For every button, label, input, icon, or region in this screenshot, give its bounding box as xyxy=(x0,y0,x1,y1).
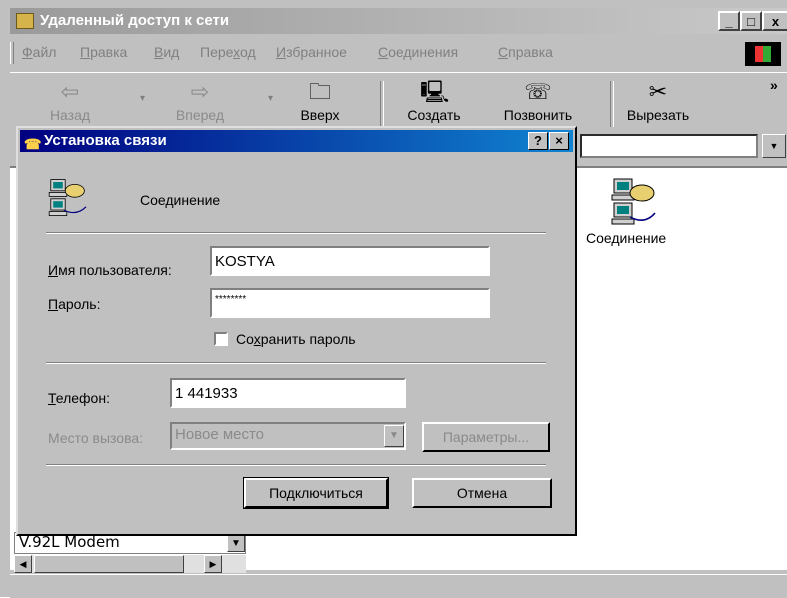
windows-logo-icon xyxy=(745,42,781,66)
cancel-button[interactable]: Отмена xyxy=(412,478,552,508)
arrow-right-icon: ⇨ xyxy=(190,79,210,104)
location-value: Новое место xyxy=(175,426,265,443)
menubar-grip xyxy=(10,42,14,64)
password-field[interactable]: ******** xyxy=(210,288,490,318)
menu-help[interactable]: Справка xyxy=(498,44,553,60)
chevron-down-icon[interactable]: ▼ xyxy=(762,134,786,158)
horizontal-scrollbar[interactable]: ◀ ▶ xyxy=(14,555,246,573)
cut-button[interactable]: ✂ Вырезать xyxy=(618,79,698,123)
forward-button[interactable]: ⇨ Вперед xyxy=(160,79,240,123)
menu-connections[interactable]: Соединения xyxy=(378,44,458,60)
phone-label: Телефон: xyxy=(48,390,110,406)
save-password-checkbox[interactable] xyxy=(214,332,228,346)
help-button[interactable]: ? xyxy=(528,132,548,150)
scroll-left-icon[interactable]: ◀ xyxy=(14,555,32,573)
menu-favorites[interactable]: Избранное xyxy=(276,44,347,60)
minimize-button[interactable]: _ xyxy=(718,11,740,31)
toolbar-separator xyxy=(610,81,614,127)
save-password-label[interactable]: Сохранить пароль xyxy=(236,331,356,347)
menu-file[interactable]: Файл xyxy=(22,44,56,60)
toolbar-more-icon[interactable]: » xyxy=(770,77,778,93)
chevron-down-icon[interactable]: ▼ xyxy=(227,534,245,552)
status-bar xyxy=(10,574,787,598)
explorer-toolbar: ⇦ Назад ▾ ⇨ Вперед ▾ 🗀 Вверх 🖳 Создать ☏… xyxy=(10,72,787,131)
connection-name: Соединение xyxy=(140,192,221,208)
back-button[interactable]: ⇦ Назад xyxy=(30,79,110,123)
folder-up-icon: 🗀 xyxy=(308,79,331,104)
up-button[interactable]: 🗀 Вверх xyxy=(280,79,360,123)
connection-label[interactable]: Соединение xyxy=(586,230,666,246)
new-connection-icon: 🖳 xyxy=(420,79,450,104)
scroll-right-icon[interactable]: ▶ xyxy=(204,555,222,573)
forward-dropdown-icon[interactable]: ▾ xyxy=(268,93,273,104)
scissors-icon: ✂ xyxy=(648,79,668,104)
connection-icon xyxy=(46,176,94,223)
location-select: Новое место xyxy=(170,422,406,450)
back-dropdown-icon[interactable]: ▾ xyxy=(140,93,145,104)
scroll-thumb[interactable] xyxy=(34,555,184,573)
connection-icon[interactable] xyxy=(600,177,660,227)
address-input[interactable] xyxy=(580,134,758,158)
toolbar-separator xyxy=(380,81,384,127)
menu-edit[interactable]: Правка xyxy=(80,44,127,60)
close-window-button[interactable]: x xyxy=(762,11,787,31)
dialog-title-bar: ☎ Установка связи xyxy=(20,130,573,152)
parameters-button: Параметры... xyxy=(422,422,550,452)
folder-icon xyxy=(16,13,34,29)
menu-view[interactable]: Вид xyxy=(154,44,179,60)
maximize-button[interactable]: □ xyxy=(740,11,762,31)
phone-field[interactable] xyxy=(170,378,406,408)
create-button[interactable]: 🖳 Создать xyxy=(394,79,474,123)
phone-icon: ☏ xyxy=(524,79,552,104)
connect-button[interactable]: Подключиться xyxy=(243,477,389,509)
arrow-left-icon: ⇦ xyxy=(60,79,80,104)
close-icon[interactable]: × xyxy=(549,132,569,150)
call-button[interactable]: ☏ Позвонить xyxy=(498,79,578,123)
explorer-title: Удаленный доступ к сети xyxy=(40,12,230,29)
username-field[interactable] xyxy=(210,246,490,276)
password-label: Пароль: xyxy=(48,296,101,312)
explorer-title-bar: Удаленный доступ к сети xyxy=(10,8,787,34)
connection-dialog: ☎ Установка связи ? × Соединение Имя пол… xyxy=(16,126,577,536)
location-label: Место вызова: xyxy=(48,430,144,446)
separator xyxy=(46,464,546,466)
dialog-title: Установка связи xyxy=(44,132,167,149)
dialup-icon: ☎ xyxy=(24,136,42,152)
username-label: Имя пользователя: xyxy=(48,262,172,278)
menu-go[interactable]: Переход xyxy=(200,44,256,60)
chevron-down-icon: ▼ xyxy=(384,425,404,447)
separator xyxy=(46,232,546,234)
explorer-menu-bar: Файл Правка Вид Переход Избранное Соедин… xyxy=(10,38,787,68)
address-bar: ▼ xyxy=(580,134,787,160)
separator xyxy=(46,362,546,364)
